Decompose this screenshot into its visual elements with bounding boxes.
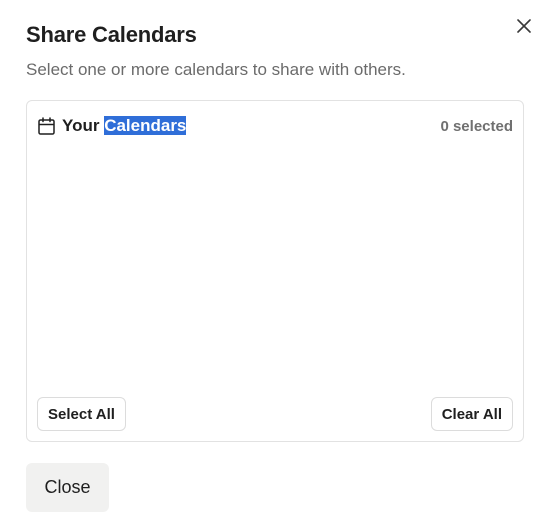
panel-heading: Your Calendars: [62, 116, 187, 136]
panel-heading-highlight: Calendars: [104, 116, 187, 135]
panel-heading-prefix: Your: [62, 116, 105, 135]
clear-all-button[interactable]: Clear All: [430, 397, 513, 431]
calendars-panel: Your Calendars 0 selected Select All Cle…: [26, 100, 524, 442]
select-all-button[interactable]: Select All: [37, 397, 126, 431]
calendar-icon: [37, 117, 56, 136]
share-calendars-dialog: Share Calendars Select one or more calen…: [0, 0, 551, 530]
selected-count: 0 selected: [440, 117, 513, 135]
dialog-subtitle: Select one or more calendars to share wi…: [26, 60, 406, 79]
dialog-title: Share Calendars: [26, 22, 197, 47]
close-x-icon[interactable]: [512, 14, 536, 38]
close-button[interactable]: Close: [26, 463, 109, 512]
panel-header: Your Calendars 0 selected: [37, 113, 513, 139]
